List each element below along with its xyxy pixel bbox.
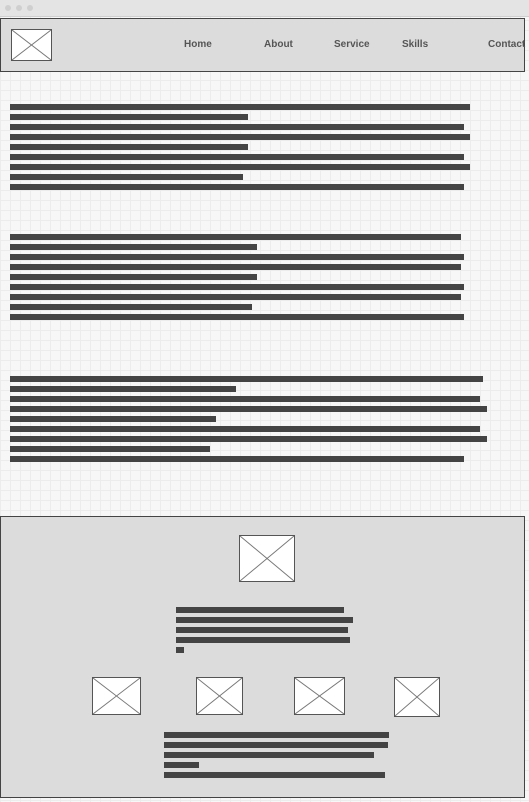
text-line [164,752,374,758]
text-line [176,637,350,643]
text-line [176,617,353,623]
footer-panel [0,516,525,798]
text-line [176,627,348,633]
thumbnail-placeholder-icon[interactable] [196,677,243,715]
text-line [10,174,243,180]
window-dot-icon[interactable] [16,5,22,11]
text-line [10,264,461,270]
text-line [176,647,184,653]
text-line [10,426,480,432]
nav-item-service[interactable]: Service [334,39,370,50]
text-line [10,244,257,250]
text-line [10,164,470,170]
window-titlebar [0,0,529,17]
nav-item-about[interactable]: About [264,39,293,50]
text-line [10,124,464,130]
text-line [10,416,216,422]
text-line [10,446,210,452]
text-line [10,456,464,462]
nav-item-home[interactable]: Home [184,39,212,50]
window-dot-icon[interactable] [5,5,11,11]
text-line [10,114,248,120]
text-line [10,254,464,260]
thumbnail-placeholder-icon[interactable] [294,677,345,715]
text-line [164,762,199,768]
text-line [10,144,248,150]
text-line [10,436,487,442]
text-line [10,234,461,240]
thumbnail-placeholder-icon[interactable] [394,677,440,717]
site-header: Home About Service Skills Contact [0,18,525,72]
text-line [10,154,464,160]
text-line [10,294,461,300]
hero-placeholder-icon[interactable] [239,535,295,582]
text-line [10,284,464,290]
text-line [164,732,389,738]
text-line [10,386,236,392]
text-line [10,396,480,402]
text-line [10,274,257,280]
text-line [10,134,470,140]
text-line [164,772,385,778]
thumbnail-placeholder-icon[interactable] [92,677,141,715]
text-line [10,304,252,310]
text-line [10,104,470,110]
text-line [10,314,464,320]
text-line [10,406,487,412]
window-dot-icon[interactable] [27,5,33,11]
text-line [10,184,464,190]
text-line [164,742,388,748]
text-line [10,376,483,382]
logo-placeholder-icon[interactable] [11,29,52,61]
nav-item-skills[interactable]: Skills [402,39,428,50]
nav-item-contact[interactable]: Contact [488,39,525,50]
text-line [176,607,344,613]
